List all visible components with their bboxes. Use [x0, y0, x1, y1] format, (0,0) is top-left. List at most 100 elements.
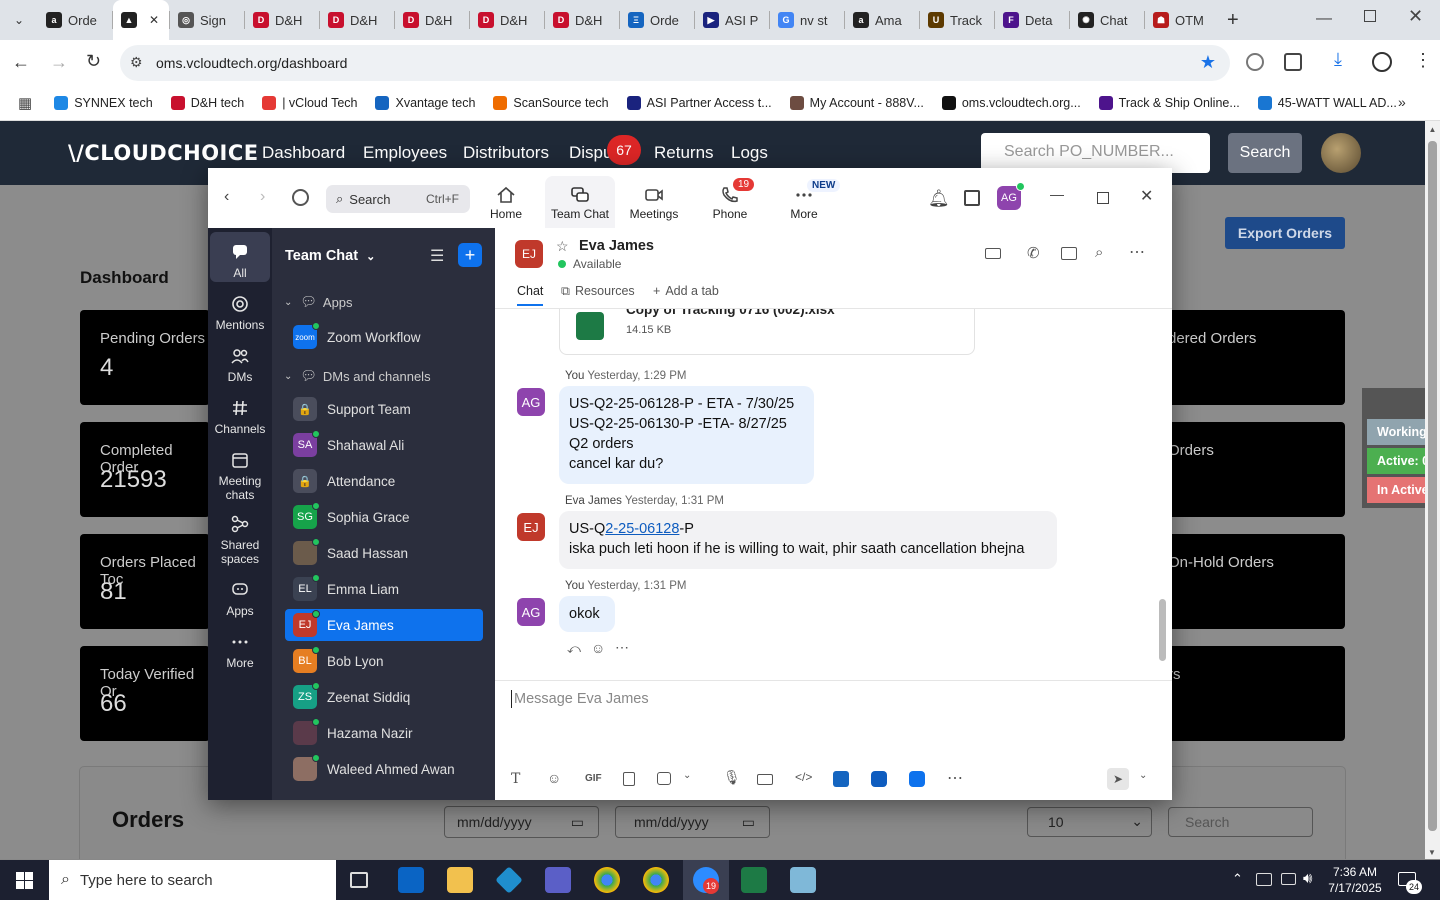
- zoom-back-icon[interactable]: ‹: [224, 188, 229, 206]
- chat-list-item[interactable]: Saad Hassan: [285, 537, 483, 569]
- nav-disputes[interactable]: Dispu: [569, 143, 612, 163]
- nav-returns[interactable]: Returns: [654, 143, 714, 163]
- taskbar-search-box[interactable]: ⌕ Type here to search: [49, 860, 336, 900]
- pending-orders-card[interactable]: Pending Orders 4: [80, 310, 210, 405]
- tab-list-button[interactable]: ⌄: [0, 0, 38, 40]
- chevron-down-icon[interactable]: ⌄: [683, 770, 691, 781]
- bookmark-item[interactable]: ScanSource tech: [493, 96, 609, 110]
- maximize-window-icon[interactable]: [1364, 10, 1376, 22]
- bookmark-item[interactable]: My Account - 888V...: [789, 96, 924, 110]
- phone-call-icon[interactable]: ✆: [1027, 244, 1040, 262]
- chat-list-item[interactable]: 🔒 Support Team: [285, 393, 483, 425]
- browser-tab[interactable]: Gnv st: [770, 0, 844, 40]
- app-taskbar-icon[interactable]: [495, 866, 523, 894]
- notifications-bell-icon[interactable]: 🔔︎: [928, 189, 950, 209]
- profile-icon[interactable]: [1372, 52, 1392, 72]
- left-nav-meeting-chats[interactable]: Meeting chats: [210, 444, 270, 502]
- user-avatar[interactable]: [1321, 133, 1361, 173]
- start-date-input[interactable]: mm/dd/yyyy ▭: [444, 806, 599, 838]
- completed-orders-card[interactable]: Completed Order 21593: [80, 422, 210, 517]
- chat-list-item[interactable]: zoom Zoom Workflow: [285, 321, 483, 353]
- nav-employees[interactable]: Employees: [363, 143, 447, 163]
- orders-card[interactable]: Orders: [1150, 422, 1345, 517]
- bookmark-item[interactable]: | vCloud Tech: [262, 96, 357, 110]
- network-tray-icon[interactable]: [1281, 873, 1296, 885]
- bookmark-item[interactable]: oms.vcloudtech.org...: [941, 96, 1081, 110]
- integration-app-icon[interactable]: [833, 771, 849, 787]
- add-tab-button[interactable]: + Add a tab: [653, 284, 719, 298]
- format-text-icon[interactable]: T: [511, 771, 520, 787]
- page-size-select[interactable]: 10 ⌄: [1027, 807, 1152, 837]
- zoom-search-box[interactable]: ⌕ Search Ctrl+F: [326, 185, 470, 213]
- calendar-icon[interactable]: ▭: [571, 814, 584, 831]
- nav-dashboard[interactable]: Dashboard: [262, 143, 345, 163]
- volume-tray-icon[interactable]: 🔊︎: [1303, 870, 1312, 887]
- scroll-thumb[interactable]: [1428, 141, 1437, 831]
- screenshot-icon[interactable]: [657, 772, 671, 785]
- notes-taskbar-icon[interactable]: [790, 867, 816, 893]
- zoom-nav-home[interactable]: Home: [471, 186, 541, 221]
- zoom-nav-more[interactable]: More NEW: [769, 179, 841, 221]
- browser-tab[interactable]: ☗ OTM: [1145, 0, 1219, 40]
- excel-taskbar-icon[interactable]: [741, 867, 767, 893]
- browser-tab[interactable]: a Ama: [845, 0, 919, 40]
- message-avatar[interactable]: AG: [517, 388, 545, 416]
- new-chat-plus-button[interactable]: +: [458, 243, 482, 267]
- export-orders-button[interactable]: Export Orders: [1225, 217, 1345, 249]
- message-bubble[interactable]: US-Q2-25-06128-P - ETA - 7/30/25 US-Q2-2…: [559, 386, 814, 484]
- bookmark-item[interactable]: ASI Partner Access t...: [626, 96, 772, 110]
- zoom-minimize-icon[interactable]: —: [1050, 186, 1064, 202]
- new-tab-button[interactable]: +: [1227, 9, 1239, 32]
- share-screen-icon[interactable]: [1061, 247, 1077, 260]
- po-search-button[interactable]: Search: [1228, 133, 1302, 173]
- apps-section-header[interactable]: ⌄ 💬︎ Apps: [284, 294, 353, 310]
- message-avatar[interactable]: AG: [517, 598, 545, 626]
- chat-more-icon[interactable]: ⋯: [1129, 242, 1145, 262]
- zoom-nav-meetings[interactable]: Meetings: [619, 186, 689, 221]
- video-call-icon[interactable]: [985, 248, 1001, 259]
- chat-contact-name[interactable]: Eva James: [579, 238, 654, 254]
- scroll-down-icon[interactable]: ▼: [1428, 848, 1436, 857]
- file-explorer-taskbar-icon[interactable]: [447, 867, 473, 893]
- history-icon[interactable]: [292, 189, 309, 206]
- bookmark-item[interactable]: 45-WATT WALL AD...: [1257, 96, 1397, 110]
- chat-list-item[interactable]: Waleed Ahmed Awan: [285, 753, 483, 785]
- chat-list-item[interactable]: SA Shahawal Ali: [285, 429, 483, 461]
- browser-tab[interactable]: D D&H: [245, 0, 319, 40]
- order-link[interactable]: 2-25-06128: [605, 521, 679, 537]
- security-tray-icon[interactable]: [1256, 873, 1272, 886]
- end-date-input[interactable]: mm/dd/yyyy ▭: [615, 806, 770, 838]
- microphone-icon[interactable]: 🎙︎: [723, 769, 741, 786]
- url-field[interactable]: ⚙ oms.vcloudtech.org/dashboard ★: [120, 45, 1230, 81]
- extensions-icon[interactable]: [1284, 53, 1302, 71]
- zoom-nav-phone[interactable]: Phone 19: [695, 178, 765, 221]
- left-nav-apps[interactable]: Apps: [210, 574, 270, 618]
- zoom-close-icon[interactable]: ✕: [1140, 186, 1153, 206]
- tray-clock[interactable]: 7:36 AM 7/17/2025: [1325, 864, 1385, 896]
- code-snippet-icon[interactable]: </>: [795, 770, 812, 784]
- browser-tab[interactable]: ✺ Chat: [1070, 0, 1144, 40]
- browser-tab[interactable]: Ξ Orde: [620, 0, 694, 40]
- download-icon[interactable]: ⤓: [1334, 49, 1342, 70]
- chat-list-item[interactable]: 🔒 Attendance: [285, 465, 483, 497]
- outlook-taskbar-icon[interactable]: [398, 867, 424, 893]
- add-reaction-icon[interactable]: ☺: [591, 640, 605, 656]
- teams-taskbar-icon[interactable]: [545, 867, 571, 893]
- browser-menu-icon[interactable]: ⋮: [1414, 50, 1432, 71]
- chrome-taskbar-icon[interactable]: [594, 867, 620, 893]
- message-bubble[interactable]: US-Q2-25-06128-P iska puch leti hoon if …: [559, 511, 1057, 569]
- ordered-orders-card[interactable]: dered Orders: [1150, 310, 1345, 405]
- zoom-app-icon[interactable]: [871, 771, 887, 787]
- chevron-down-icon[interactable]: ⌄: [1139, 770, 1147, 781]
- page-scrollbar[interactable]: ▲ ▼: [1425, 121, 1440, 859]
- zoom-nav-team-chat[interactable]: Team Chat: [545, 176, 615, 228]
- show-hidden-icons[interactable]: ⌃: [1232, 871, 1243, 887]
- browser-tab[interactable]: ◎ Sign: [170, 0, 244, 40]
- browser-tab[interactable]: U Track: [920, 0, 994, 40]
- message-more-icon[interactable]: ⋯: [615, 639, 629, 656]
- send-button[interactable]: ➤: [1107, 768, 1129, 790]
- browser-tab[interactable]: D D&H: [320, 0, 394, 40]
- task-view-icon[interactable]: [350, 872, 368, 888]
- filter-icon[interactable]: ☰: [430, 246, 444, 266]
- emoji-icon[interactable]: ☺: [547, 770, 561, 786]
